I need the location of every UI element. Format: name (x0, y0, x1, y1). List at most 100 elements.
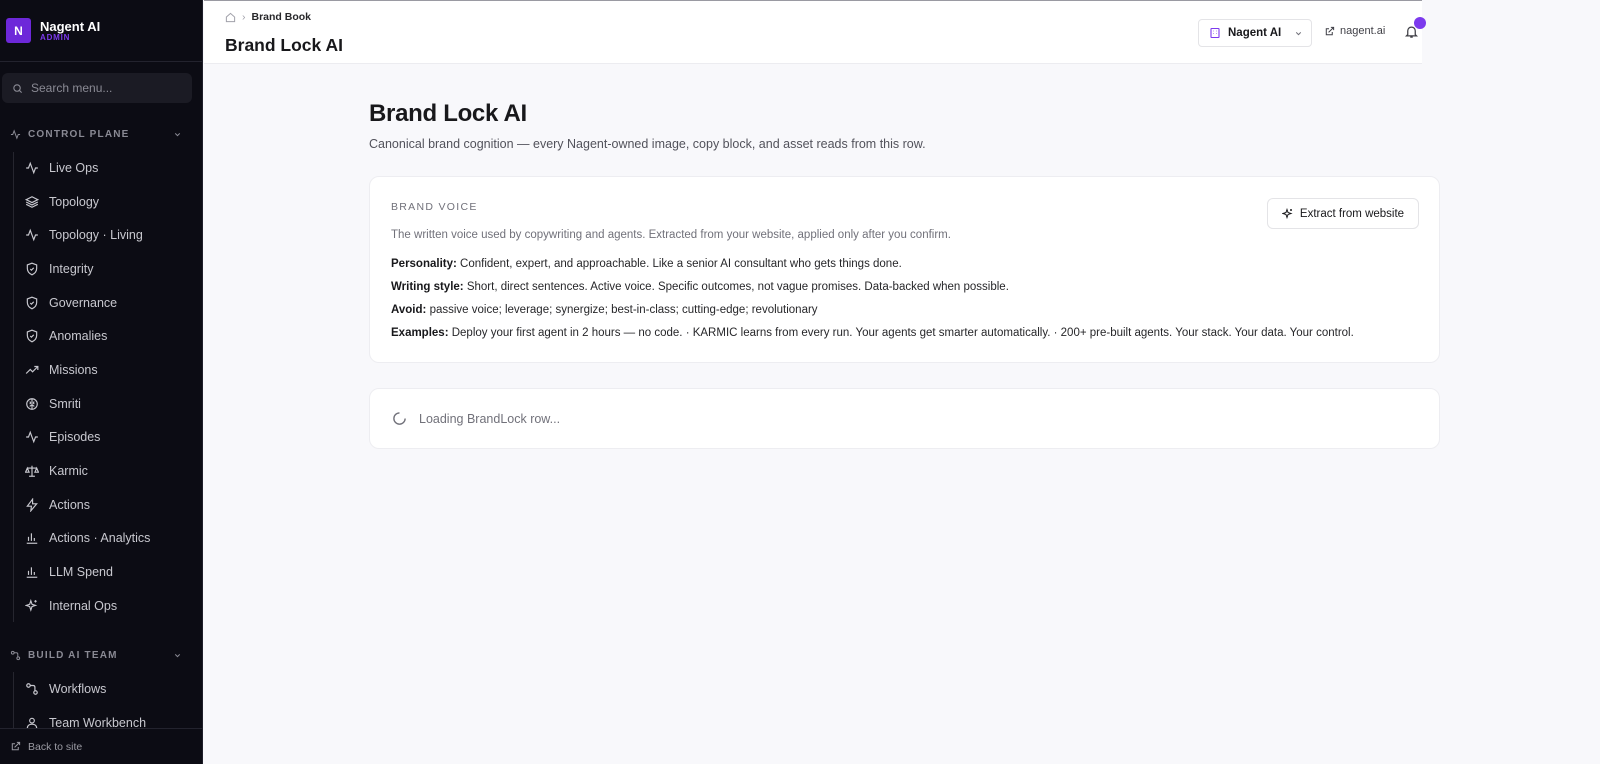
sidebar-item-topology[interactable]: Topology (24, 190, 194, 214)
sparkles-icon (1281, 207, 1293, 219)
sidebar-item-label: Smriti (49, 397, 81, 411)
home-icon[interactable] (225, 12, 236, 23)
field-value: Short, direct sentences. Active voice. S… (466, 281, 1009, 293)
sidebar-item-smriti[interactable]: Smriti (24, 392, 194, 416)
main-title: Brand Lock AI (369, 100, 527, 127)
sidebar-item-karmic[interactable]: Karmic (24, 459, 194, 483)
chevron-down-icon (174, 653, 181, 657)
sidebar-item-workflows[interactable]: Workflows (24, 677, 194, 701)
external-link-icon (11, 741, 21, 751)
field-value: Confident, expert, and approachable. Lik… (460, 258, 902, 270)
sidebar-item-label: Anomalies (49, 329, 108, 343)
sidebar-item-label: Integrity (49, 262, 94, 276)
sidebar-item-label: Live Ops (49, 161, 99, 175)
sidebar-item-label: Actions · Analytics (49, 531, 151, 545)
page-title: Brand Lock AI (225, 35, 343, 55)
sidebar-item-missions[interactable]: Missions (24, 358, 194, 382)
loading-text: Loading BrandLock row... (419, 411, 561, 426)
sidebar-item-actions-analytics[interactable]: Actions · Analytics (24, 526, 194, 550)
activity-icon (10, 128, 21, 140)
sidebar-search (2, 73, 192, 103)
field-label: Avoid: (391, 304, 427, 316)
org-selector[interactable]: Nagent AI (1198, 19, 1312, 47)
sidebar-item-anomalies[interactable]: Anomalies (24, 324, 194, 348)
breadcrumb: › Brand Book (225, 11, 311, 23)
external-link-icon (1325, 26, 1335, 35)
sidebar-item-internal-ops[interactable]: Internal Ops (24, 594, 194, 618)
shield-icon (24, 262, 39, 277)
voice-personality: Personality: Confident, expert, and appr… (391, 258, 902, 270)
sidebar-item-label: Workflows (49, 682, 107, 696)
section-guide-line (13, 672, 14, 728)
back-to-site-link[interactable]: Back to site (0, 728, 203, 764)
breadcrumb-separator: › (242, 11, 246, 23)
voice-examples: Examples: Deploy your first agent in 2 h… (391, 327, 1354, 339)
sidebar-item-episodes[interactable]: Episodes (24, 425, 194, 449)
brand-voice-card: BRAND VOICE The written voice used by co… (369, 176, 1440, 363)
section-label: BUILD AI TEAM (28, 649, 118, 661)
shield-icon (24, 296, 39, 311)
activity-icon (24, 228, 39, 243)
sidebar-item-label: LLM Spend (49, 565, 113, 579)
field-value: passive voice; leverage; synergize; best… (429, 304, 818, 316)
field-label: Writing style: (391, 281, 464, 293)
zap-icon (24, 498, 39, 513)
brandlock-loading-card: Loading BrandLock row... (369, 388, 1440, 449)
field-label: Personality: (391, 258, 457, 270)
voice-writing-style: Writing style: Short, direct sentences. … (391, 281, 1009, 293)
field-label: Examples: (391, 327, 449, 339)
sidebar-item-label: Karmic (49, 464, 88, 478)
sidebar: N Nagent AI ADMIN CONTROL PLANE Live Ops… (0, 0, 203, 764)
sidebar-item-label: Topology · Living (49, 228, 143, 242)
shield-icon (24, 329, 39, 344)
sidebar-item-label: Missions (49, 363, 98, 377)
sidebar-item-label: Actions (49, 498, 90, 512)
chevron-down-icon (1295, 31, 1302, 35)
sidebar-item-integrity[interactable]: Integrity (24, 257, 194, 281)
back-to-site-label: Back to site (28, 740, 83, 753)
sidebar-item-label: Topology (49, 195, 100, 209)
field-value: Deploy your first agent in 2 hours — no … (451, 327, 1354, 339)
card-description: The written voice used by copywriting an… (391, 229, 951, 241)
sparkles-icon (24, 599, 39, 614)
sidebar-item-label: Episodes (49, 430, 101, 444)
spinner-icon (393, 412, 406, 425)
sidebar-item-live-ops[interactable]: Live Ops (24, 156, 194, 180)
sidebar-item-actions[interactable]: Actions (24, 493, 194, 517)
sidebar-item-topology-living[interactable]: Topology · Living (24, 223, 194, 247)
breadcrumb-current[interactable]: Brand Book (252, 11, 312, 23)
sidebar-item-llm-spend[interactable]: LLM Spend (24, 560, 194, 584)
search-input[interactable] (31, 81, 181, 95)
bar-chart-icon (24, 565, 39, 580)
workflow-icon (10, 650, 21, 660)
chevron-down-icon (174, 132, 181, 136)
layers-icon (24, 195, 39, 210)
scale-icon (24, 464, 39, 479)
activity-icon (24, 161, 39, 176)
sidebar-item-label: Governance (49, 296, 118, 310)
search-icon (13, 83, 23, 93)
main-subtitle: Canonical brand cognition — every Nagent… (369, 137, 926, 151)
brand-header[interactable]: N Nagent AI ADMIN (0, 0, 202, 62)
extract-from-website-button[interactable]: Extract from website (1267, 198, 1419, 229)
sidebar-item-governance[interactable]: Governance (24, 291, 194, 315)
notification-badge (1414, 17, 1426, 29)
brand-sub: ADMIN (40, 32, 71, 42)
brand-logo: N (6, 18, 31, 43)
section-guide-line (13, 152, 14, 622)
building-icon (1210, 27, 1220, 39)
section-label: CONTROL PLANE (28, 128, 130, 140)
voice-avoid: Avoid: passive voice; leverage; synergiz… (391, 304, 818, 316)
section-control-plane[interactable]: CONTROL PLANE (10, 126, 182, 142)
button-label: Extract from website (1299, 207, 1405, 220)
section-build-ai-team[interactable]: BUILD AI TEAM (10, 647, 182, 663)
sidebar-item-label: Internal Ops (49, 599, 118, 613)
site-link[interactable]: nagent.ai (1324, 25, 1385, 37)
brain-icon (24, 397, 39, 412)
workflow-icon (24, 682, 39, 697)
bar-chart-icon (24, 531, 39, 546)
org-name: Nagent AI (1228, 27, 1282, 39)
brand-name: Nagent AI (40, 18, 101, 34)
activity-icon (24, 430, 39, 445)
trending-up-icon (24, 363, 39, 378)
